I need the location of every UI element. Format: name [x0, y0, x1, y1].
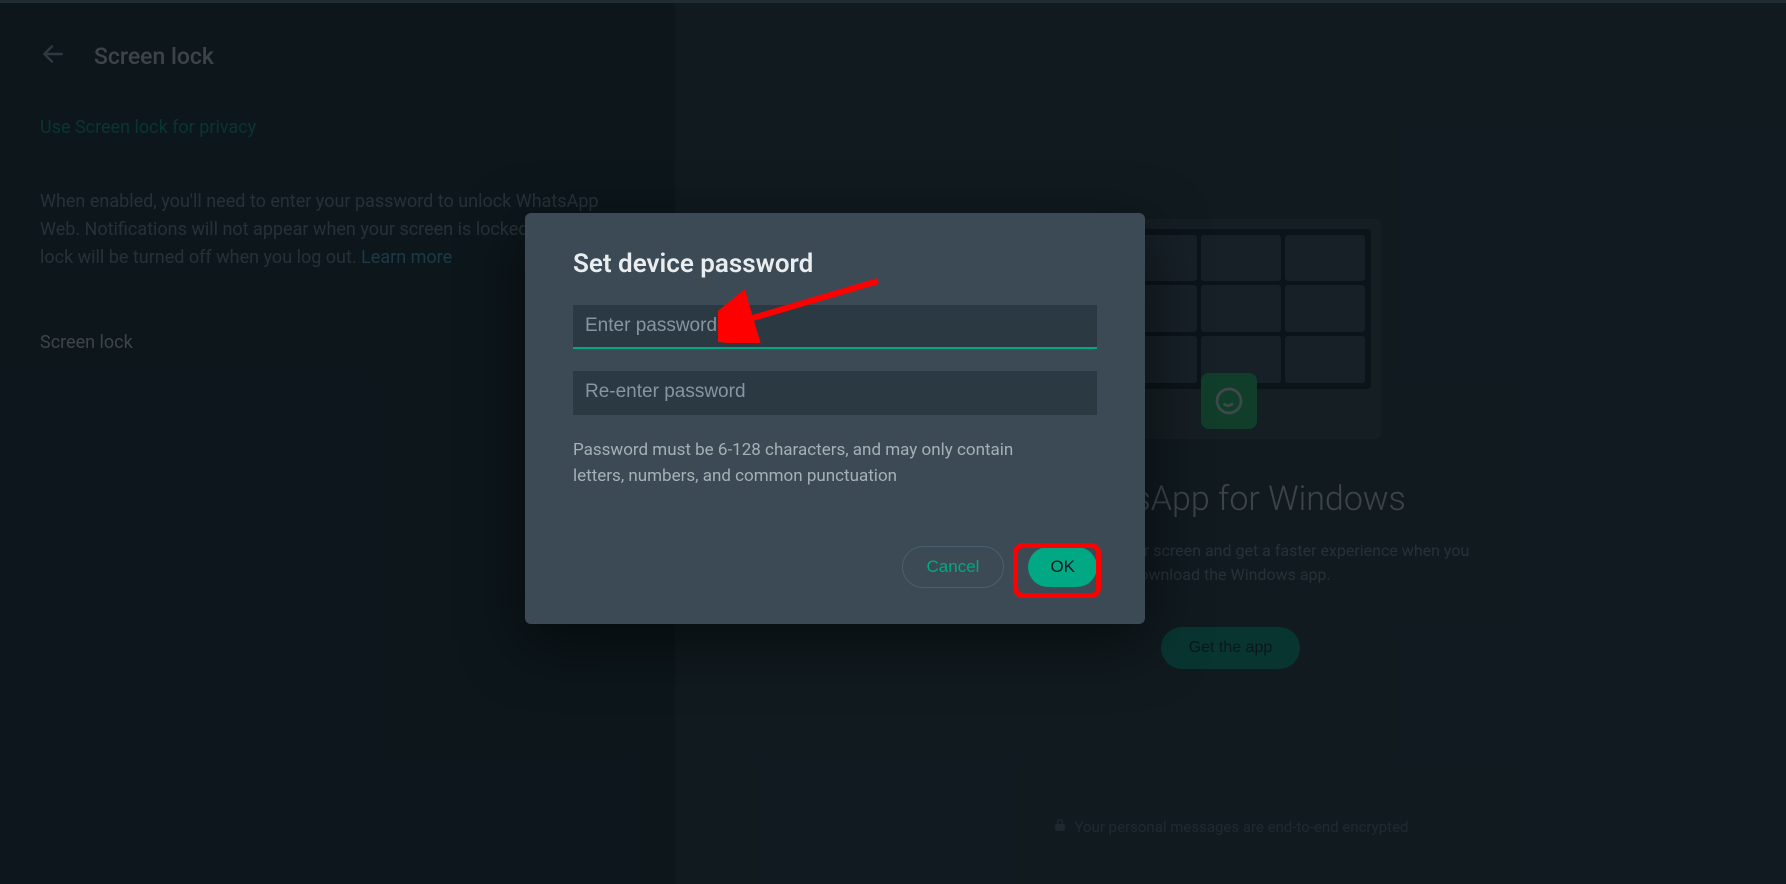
ok-button[interactable]: OK	[1028, 547, 1097, 587]
reenter-password-input[interactable]	[573, 371, 1097, 415]
password-help-text: Password must be 6-128 characters, and m…	[573, 437, 1053, 490]
cancel-button[interactable]: Cancel	[902, 546, 1005, 588]
set-password-dialog: Set device password Password must be 6-1…	[525, 213, 1145, 624]
dialog-title: Set device password	[573, 249, 1097, 279]
dialog-button-row: Cancel OK	[573, 546, 1097, 588]
password-input[interactable]	[573, 305, 1097, 349]
